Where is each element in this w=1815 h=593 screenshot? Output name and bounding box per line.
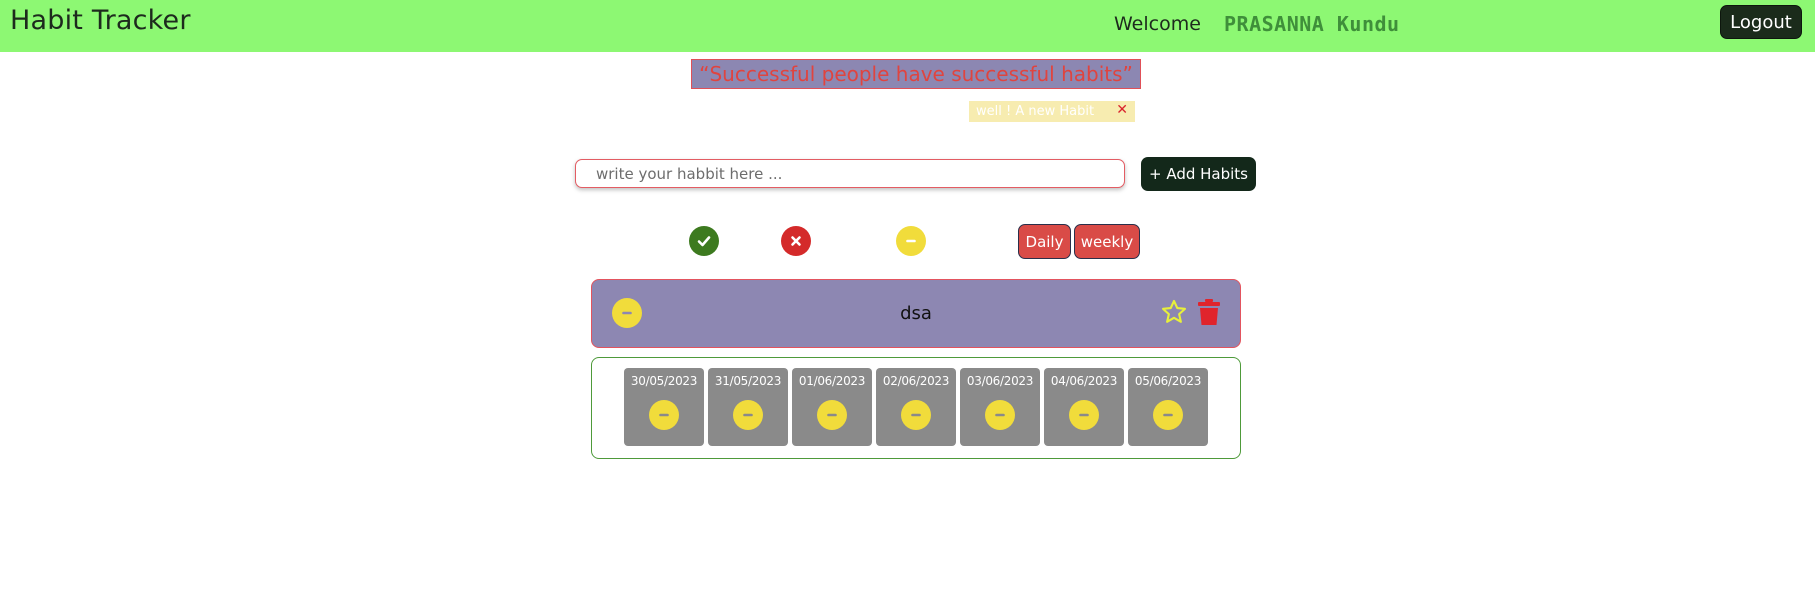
day-date: 04/06/2023 xyxy=(1050,374,1118,388)
daily-view-button[interactable]: Daily xyxy=(1018,224,1071,259)
weekly-status-panel: 30/05/2023 31/05/2023 01/06/2023 02/06/2… xyxy=(591,357,1241,459)
welcome-text: Welcome xyxy=(1114,13,1201,35)
star-icon[interactable] xyxy=(1160,298,1188,330)
habit-card[interactable]: dsa xyxy=(591,279,1241,348)
trash-icon[interactable] xyxy=(1197,298,1221,330)
day-card: 30/05/2023 xyxy=(624,368,704,446)
day-card: 31/05/2023 xyxy=(708,368,788,446)
minus-icon[interactable] xyxy=(817,400,847,430)
cross-icon[interactable] xyxy=(781,226,811,256)
check-icon[interactable] xyxy=(689,226,719,256)
minus-icon[interactable] xyxy=(733,400,763,430)
user-name: PRASANNA Kundu xyxy=(1224,12,1400,36)
close-icon[interactable]: ✕ xyxy=(1116,102,1128,118)
minus-icon[interactable] xyxy=(901,400,931,430)
minus-icon[interactable] xyxy=(649,400,679,430)
day-card: 04/06/2023 xyxy=(1044,368,1124,446)
day-date: 02/06/2023 xyxy=(882,374,950,388)
day-date: 03/06/2023 xyxy=(966,374,1034,388)
weekly-view-button[interactable]: weekly xyxy=(1074,224,1140,259)
toast-message: well ! A new Habit xyxy=(976,104,1095,119)
minus-icon[interactable] xyxy=(1153,400,1183,430)
add-habit-button[interactable]: + Add Habits xyxy=(1141,157,1256,191)
minus-icon[interactable] xyxy=(896,226,926,256)
notification-toast: well ! A new Habit ✕ xyxy=(969,101,1135,122)
day-date: 05/06/2023 xyxy=(1134,374,1202,388)
day-card: 02/06/2023 xyxy=(876,368,956,446)
minus-icon[interactable] xyxy=(1069,400,1099,430)
app-title: Habit Tracker xyxy=(10,5,191,36)
minus-icon[interactable] xyxy=(985,400,1015,430)
top-navbar: Habit Tracker Welcome PRASANNA Kundu Log… xyxy=(0,0,1815,52)
day-card: 01/06/2023 xyxy=(792,368,872,446)
day-date: 31/05/2023 xyxy=(714,374,782,388)
motivational-quote: “Successful people have successful habit… xyxy=(691,59,1141,89)
day-date: 01/06/2023 xyxy=(798,374,866,388)
logout-button[interactable]: Logout xyxy=(1720,5,1802,39)
day-card: 05/06/2023 xyxy=(1128,368,1208,446)
day-card: 03/06/2023 xyxy=(960,368,1040,446)
habit-name: dsa xyxy=(900,303,932,324)
day-date: 30/05/2023 xyxy=(630,374,698,388)
habit-input[interactable] xyxy=(575,159,1125,188)
